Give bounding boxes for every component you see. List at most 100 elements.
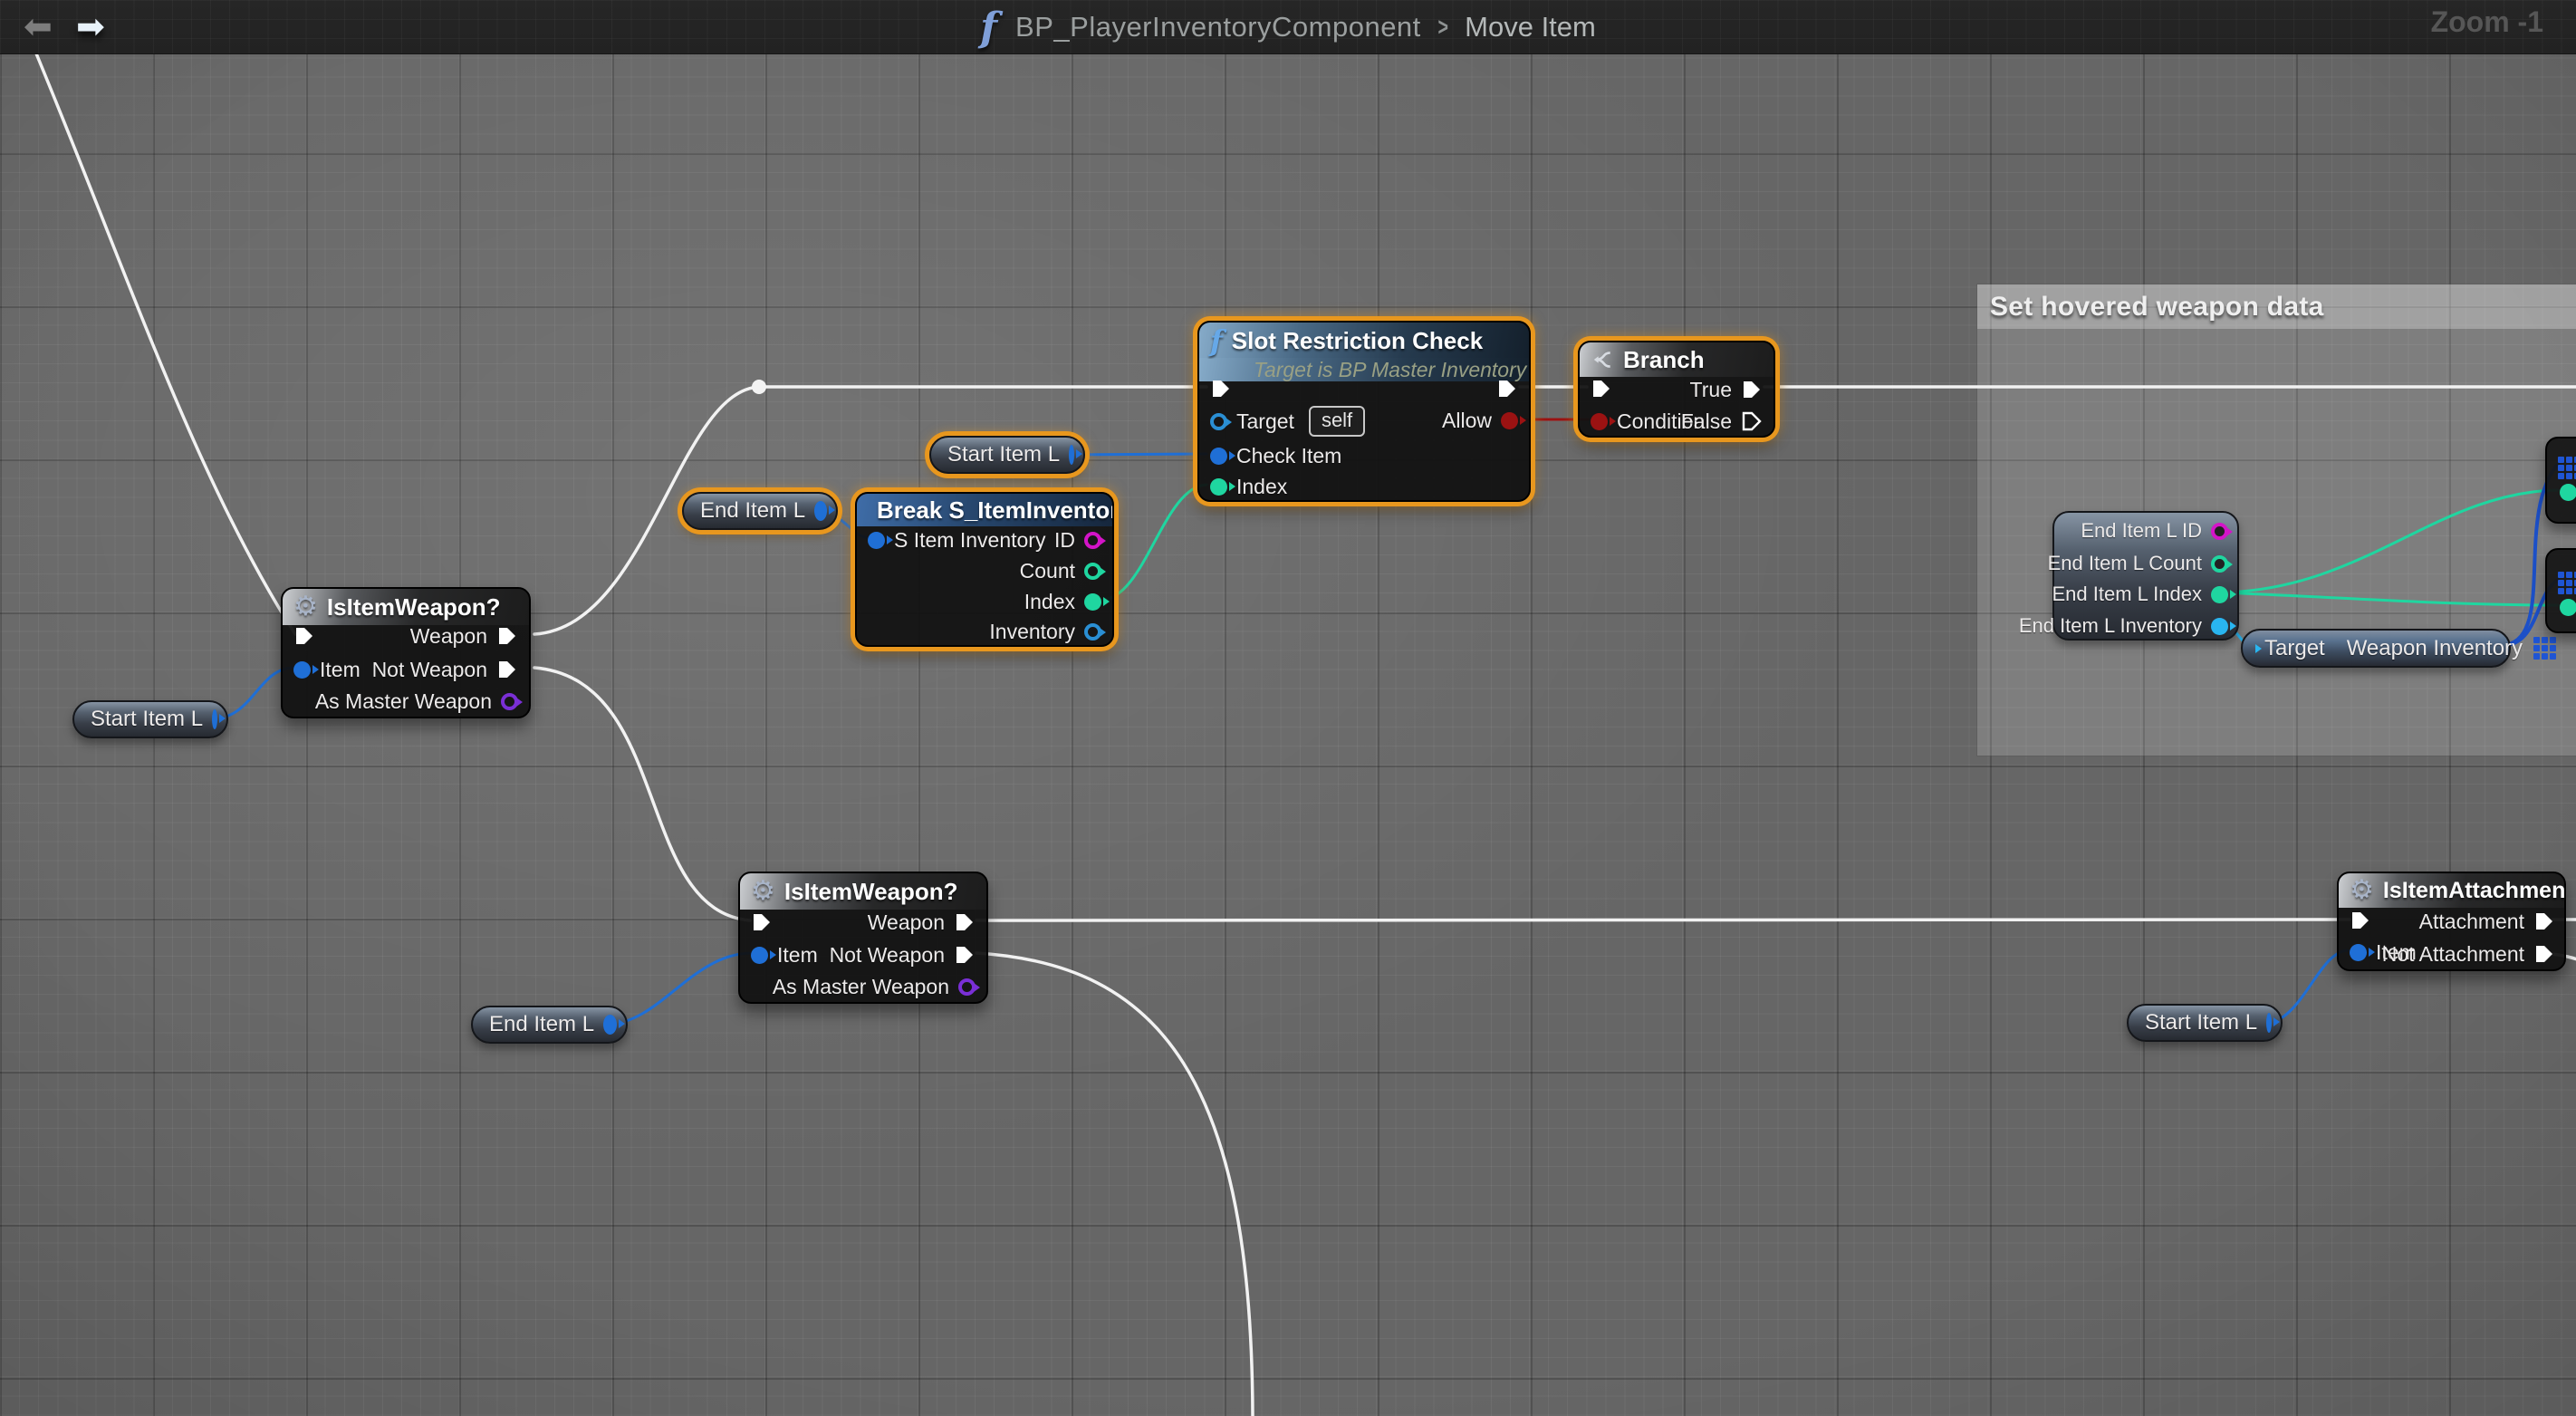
node-slot-restriction-check[interactable]: f Slot Restriction Check Target is BP Ma… [1197, 321, 1531, 502]
output-pin[interactable] [603, 1015, 617, 1035]
item-pin[interactable] [293, 661, 311, 679]
pin-label-index: Index [1024, 590, 1075, 614]
zoom-level-label: Zoom -1 [2431, 5, 2543, 39]
pin-label-id: ID [1054, 528, 1075, 553]
exec-in-pin[interactable] [293, 625, 315, 647]
pill-end-item-l-2[interactable]: End Item L [471, 1006, 628, 1044]
gear-icon: ⚙ [293, 593, 318, 621]
pin-label-inventory: Inventory [989, 620, 1075, 644]
exec-out-pin[interactable] [1496, 378, 1518, 400]
function-f-icon: f [980, 5, 997, 51]
target-label: Target [2264, 636, 2325, 661]
array-grid-icon[interactable] [2558, 457, 2576, 479]
breadcrumb-root[interactable]: BP_PlayerInventoryComponent [1015, 11, 1421, 43]
chevron-right-icon: > [1437, 13, 1447, 42]
node-branch[interactable]: Branch True Condition False [1578, 341, 1775, 438]
pin-label-item: Item [777, 943, 818, 968]
exec-out-false-pin[interactable] [1741, 410, 1763, 432]
pin-label-count: Count [1020, 559, 1075, 583]
pill-end-item-l-selected[interactable]: End Item L [682, 492, 838, 530]
exec-out-notattachment-pin[interactable] [2533, 943, 2555, 965]
output-pin[interactable] [1069, 445, 1074, 465]
int-input-pin[interactable] [2560, 484, 2576, 501]
self-value-box[interactable]: self [1309, 406, 1365, 437]
pill-label: Start Item L [2145, 1010, 2257, 1036]
breadcrumb: f BP_PlayerInventoryComponent > Move Ite… [0, 0, 2576, 54]
node-isitemweapon-2[interactable]: ⚙ IsItemWeapon? Weapon Item Not Weapon A… [738, 872, 988, 1004]
node-isitemweapon-1[interactable]: ⚙ IsItemWeapon? Weapon Item Not Weapon A… [281, 587, 531, 718]
node-title: IsItemWeapon? [784, 878, 958, 906]
breadcrumb-leaf[interactable]: Move Item [1465, 11, 1596, 43]
pin-label-allow: Allow [1442, 409, 1492, 433]
pin-label-attachment: Attachment [2419, 910, 2524, 934]
node-title: Slot Restriction Check [1232, 327, 1483, 355]
allow-pin[interactable] [1501, 412, 1518, 429]
exec-out-notweapon-pin[interactable] [954, 944, 976, 966]
edge-node-bottom[interactable] [2545, 548, 2576, 633]
index-pin[interactable] [1084, 593, 1101, 611]
pill-start-item-l-1[interactable]: Start Item L [72, 700, 228, 738]
pin-label-true: True [1690, 378, 1732, 402]
index-pin[interactable] [1210, 478, 1227, 496]
exec-in-pin[interactable] [1591, 378, 1612, 400]
comment-header[interactable]: Set hovered weapon data [1977, 284, 2576, 329]
id-pin[interactable] [1084, 532, 1101, 549]
exec-out-weapon-pin[interactable] [496, 625, 518, 647]
as-master-weapon-pin[interactable] [958, 978, 976, 996]
node-weapon-inventory[interactable]: Target Weapon Inventory [2241, 629, 2511, 668]
end-item-index-pin[interactable] [2211, 586, 2228, 603]
pin-label-target: Target [1236, 409, 1294, 434]
exec-in-pin[interactable] [2350, 910, 2371, 931]
exec-in-pin[interactable] [1210, 378, 1232, 400]
node-end-item-outputs[interactable]: End Item L ID End Item L Count End Item … [2052, 511, 2239, 641]
pill-label: Start Item L [91, 707, 203, 732]
pin-label-not-weapon: Not Weapon [372, 658, 487, 682]
pin-label-end-item-count: End Item L Count [2048, 552, 2202, 575]
pill-label: End Item L [489, 1012, 594, 1037]
count-pin[interactable] [1084, 563, 1101, 580]
pill-start-item-l-selected[interactable]: Start Item L [929, 436, 1085, 474]
check-item-pin[interactable] [1210, 448, 1227, 465]
pin-label-end-item-inventory: End Item L Inventory [2019, 614, 2202, 638]
pin-label-weapon: Weapon [868, 910, 945, 935]
end-item-inventory-pin[interactable] [2211, 618, 2228, 635]
int-input-pin[interactable] [2560, 599, 2576, 616]
s-item-inventory-pin[interactable] [868, 532, 885, 549]
pill-start-item-l-2[interactable]: Start Item L [2127, 1004, 2283, 1042]
output-pin[interactable] [212, 709, 217, 729]
output-pin[interactable] [2266, 1013, 2272, 1033]
pin-label-false: False [1681, 409, 1732, 434]
array-grid-icon[interactable] [2558, 572, 2576, 594]
array-grid-icon[interactable] [2533, 637, 2556, 660]
gear-icon: ⚙ [2350, 877, 2374, 904]
node-isitemattachment[interactable]: ⚙ IsItemAttachment? Attachment Item Not … [2337, 872, 2566, 971]
pin-label-item: Item [320, 658, 360, 682]
node-subtitle: Target is BP Master Inventory Component [1254, 358, 1529, 381]
node-title: Break S_ItemInventory [877, 496, 1112, 525]
pin-label-as-master-weapon: As Master Weapon [315, 689, 492, 714]
end-item-id-pin[interactable] [2211, 523, 2228, 540]
output-pin[interactable] [814, 501, 827, 521]
edge-node-top[interactable] [2545, 437, 2576, 524]
target-pin[interactable] [1210, 413, 1227, 430]
gear-icon: ⚙ [751, 878, 775, 905]
as-master-weapon-pin[interactable] [501, 693, 518, 710]
exec-in-pin[interactable] [751, 911, 773, 933]
end-item-count-pin[interactable] [2211, 555, 2228, 573]
exec-out-true-pin[interactable] [1741, 379, 1763, 400]
blueprint-editor: Set hovered weapon data [0, 0, 2576, 1416]
exec-out-notweapon-pin[interactable] [496, 659, 518, 680]
item-pin[interactable] [751, 947, 768, 964]
exec-out-weapon-pin[interactable] [954, 911, 976, 933]
item-pin[interactable] [2350, 944, 2367, 961]
node-break-s-iteminventory[interactable]: Break S_ItemInventory S Item Inventory I… [855, 492, 1114, 647]
pin-label-weapon: Weapon [410, 624, 487, 649]
pill-label: Start Item L [947, 442, 1060, 467]
condition-pin[interactable] [1591, 413, 1608, 430]
pin-label-end-item-index: End Item L Index [2052, 583, 2202, 606]
inventory-pin[interactable] [1084, 623, 1101, 641]
pill-label: End Item L [700, 498, 805, 524]
function-f-icon: f [1210, 323, 1223, 358]
node-title: Branch [1623, 346, 1705, 374]
exec-out-attachment-pin[interactable] [2533, 910, 2555, 932]
